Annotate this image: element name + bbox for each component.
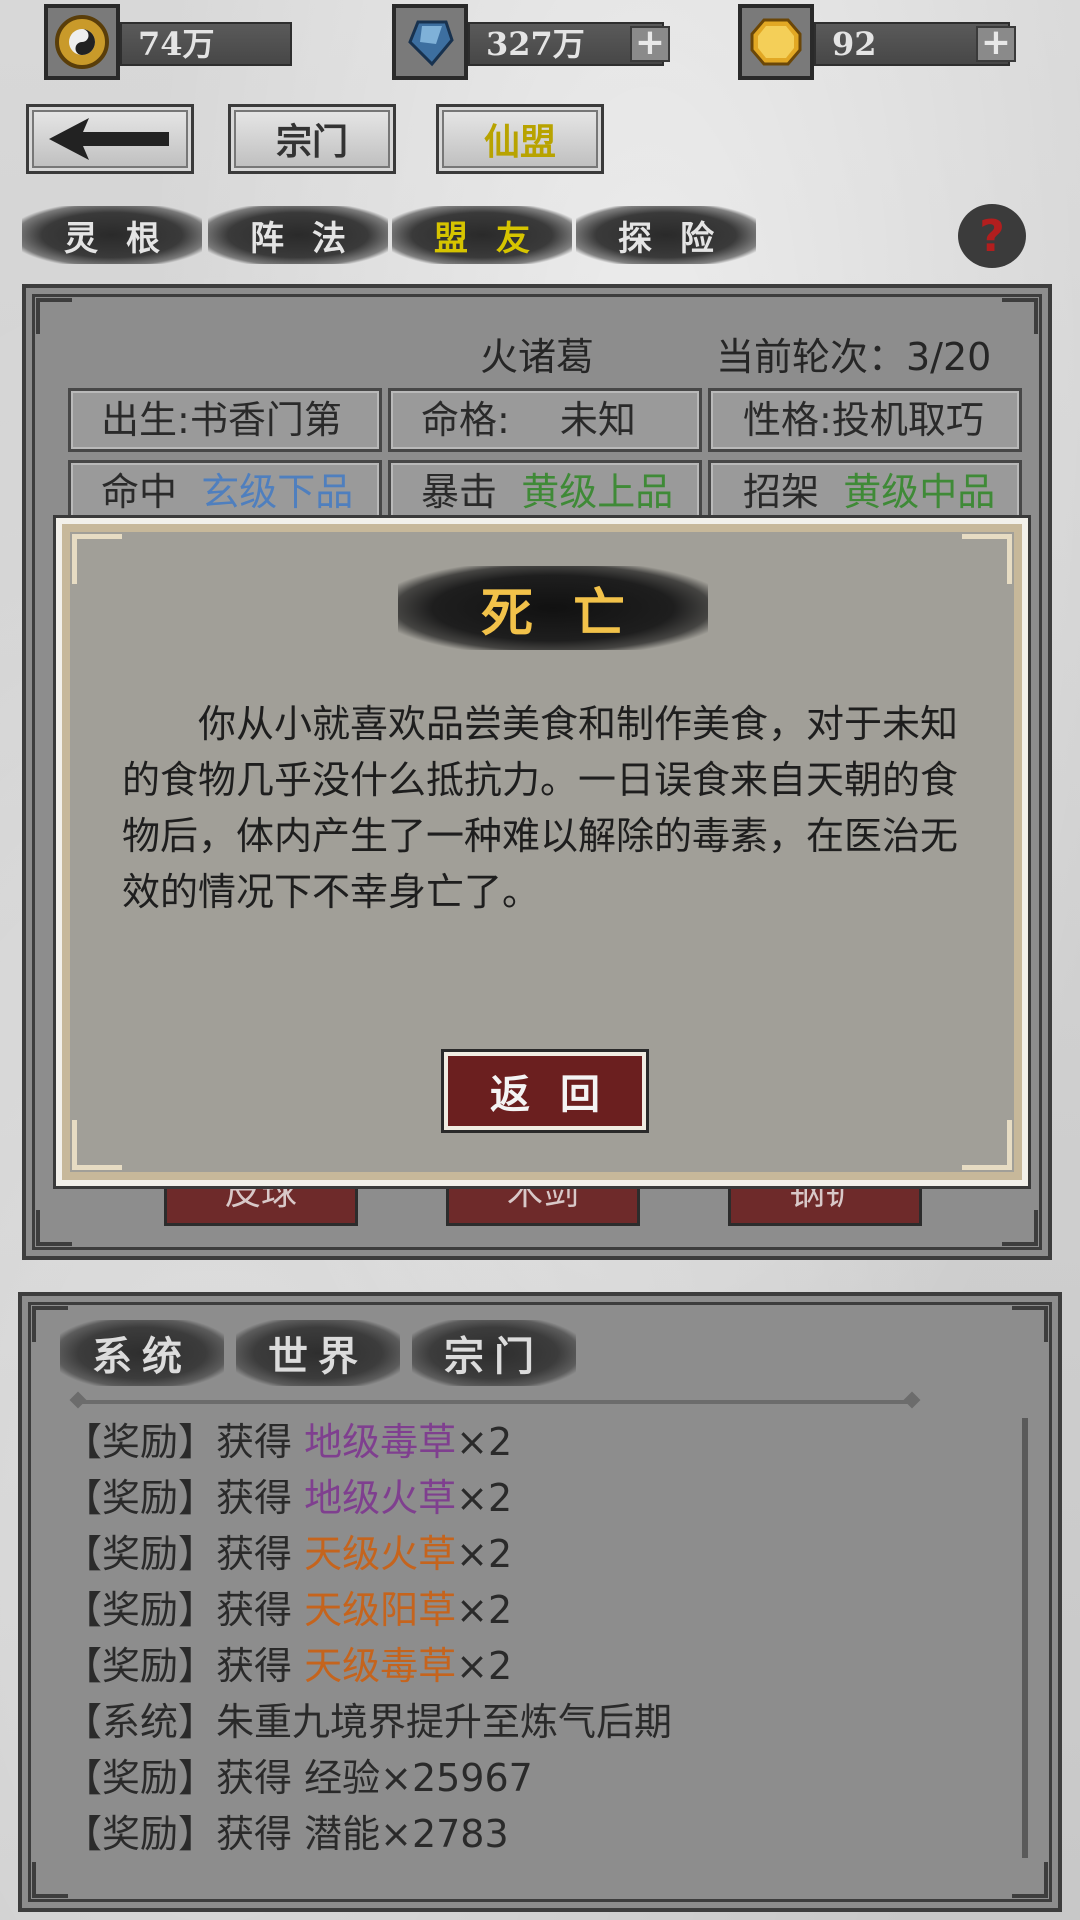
dialog-message: 你从小就喜欢品尝美食和制作美食，对于未知的食物几乎没什么抵抗力。一日误食来自天朝… — [122, 702, 959, 914]
coins-value: 74万 — [120, 22, 292, 66]
tab-explore[interactable]: 探险 — [576, 206, 756, 264]
log-line: 【奖励】获得 经验×25967 — [64, 1756, 533, 1800]
question-icon: ? — [979, 210, 1005, 262]
nav-sect-button[interactable]: 宗门 — [228, 104, 396, 174]
add-crystals-button[interactable]: + — [630, 25, 670, 62]
round-counter: 当前轮次：3/20 — [716, 335, 992, 379]
tab-world[interactable]: 世界 — [236, 1320, 400, 1386]
return-button[interactable]: 返回 — [444, 1052, 646, 1130]
log-scrollbar[interactable] — [1022, 1418, 1028, 1858]
gold-gem-icon — [738, 4, 814, 80]
log-line: 【奖励】获得 天级毒草×2 — [64, 1644, 513, 1688]
back-arrow-icon — [49, 118, 169, 160]
attr-fate: 命格: 未知 — [388, 388, 702, 452]
log-line: 【奖励】获得 天级火草×2 — [64, 1532, 513, 1576]
add-gems-button[interactable]: + — [976, 25, 1016, 62]
log-line: 【奖励】获得 地级火草×2 — [64, 1476, 513, 1520]
dialog-title: 死亡 — [398, 566, 708, 650]
log-list: 【奖励】获得 地级毒草×2 【奖励】获得 地级火草×2 【奖励】获得 天级火草×… — [64, 1414, 964, 1862]
tab-spirit-root[interactable]: 灵根 — [22, 206, 202, 264]
attr-crit: 暴击 黄级上品 — [388, 460, 702, 524]
tab-allies[interactable]: 盟友 — [392, 206, 572, 264]
tab-sect[interactable]: 宗门 — [412, 1320, 576, 1386]
character-name: 火诸葛 — [480, 335, 595, 379]
log-line: 【奖励】获得 天级阳草×2 — [64, 1588, 513, 1632]
attr-birth: 出生:书香门第 — [68, 388, 382, 452]
help-button[interactable]: ? — [958, 204, 1026, 268]
taiji-coin-icon — [44, 4, 120, 80]
tab-formation[interactable]: 阵法 — [208, 206, 388, 264]
attr-personality: 性格:投机取巧 — [708, 388, 1022, 452]
attr-hit: 命中 玄级下品 — [68, 460, 382, 524]
resource-gems: 92 + — [738, 4, 1020, 80]
attr-parry: 招架 黄级中品 — [708, 460, 1022, 524]
blue-crystal-icon — [392, 4, 468, 80]
log-line: 【奖励】获得 潜能×2783 — [64, 1812, 509, 1856]
log-line: 【奖励】获得 地级毒草×2 — [64, 1420, 513, 1464]
resource-crystals: 327万 + — [392, 4, 674, 80]
log-line: 【系统】朱重九境界提升至炼气后期 — [64, 1700, 673, 1744]
tab-system[interactable]: 系统 — [60, 1320, 224, 1386]
death-dialog: 死亡 你从小就喜欢品尝美食和制作美食，对于未知的食物几乎没什么抵抗力。一日误食来… — [56, 518, 1028, 1186]
back-button[interactable] — [26, 104, 194, 174]
resource-coins: 74万 — [44, 4, 292, 80]
divider — [78, 1400, 912, 1404]
nav-alliance-button[interactable]: 仙盟 — [436, 104, 604, 174]
